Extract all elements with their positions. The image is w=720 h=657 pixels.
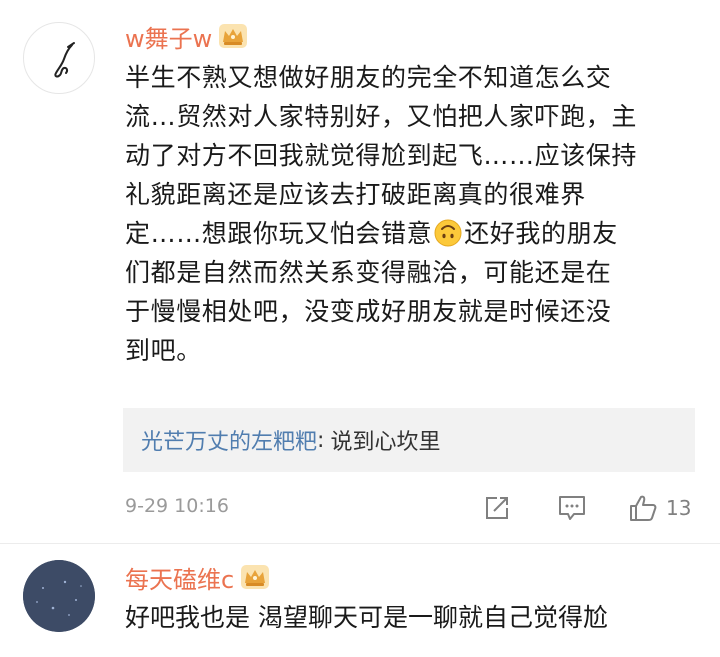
avatar[interactable] bbox=[23, 22, 95, 94]
comment-line-part: 定……想跟你玩又怕会错意 bbox=[125, 219, 433, 248]
comment-line: 流…贸然对人家特别好，又怕把人家吓跑，主 bbox=[125, 102, 638, 131]
like-button[interactable]: 13 bbox=[628, 490, 691, 526]
timestamp: 9-29 10:16 bbox=[125, 495, 229, 517]
starry-avatar-icon bbox=[23, 560, 95, 632]
reply-preview[interactable]: 光芒万丈的左粑粑 : 说到心坎里 bbox=[123, 408, 695, 472]
comment-meta: 9-29 10:16 13 bbox=[125, 490, 695, 526]
comment-icon bbox=[559, 496, 585, 520]
comment-line: 动了对方不回我就觉得尬到起飞……应该保持 bbox=[125, 141, 638, 170]
comment-line: 于慢慢相处吧，没变成好朋友就是时候还没 bbox=[125, 297, 612, 326]
comment-username[interactable]: w舞子w bbox=[125, 19, 248, 54]
signature-avatar-icon bbox=[54, 42, 75, 78]
comment-line: 们都是自然而然关系变得融洽，可能还是在 bbox=[125, 258, 612, 287]
comment-line-part: 还好我的朋友 bbox=[464, 219, 618, 248]
comment-body: 半生不熟又想做好朋友的完全不知道怎么交 流…贸然对人家特别好，又怕把人家吓跑，主… bbox=[125, 58, 685, 370]
comment-line: 到吧。 bbox=[125, 336, 202, 365]
comment-line: 半生不熟又想做好朋友的完全不知道怎么交 bbox=[125, 63, 612, 92]
comment-line: 礼貌距离还是应该去打破距离真的很难界 bbox=[125, 180, 586, 209]
thumbs-up-icon bbox=[630, 495, 657, 521]
reply-username[interactable]: 光芒万丈的左粑粑 bbox=[141, 424, 317, 456]
upside-down-face-emoji-icon bbox=[434, 219, 462, 247]
share-icon bbox=[486, 497, 508, 519]
username-text[interactable]: w舞子w bbox=[125, 19, 212, 54]
comment-divider bbox=[0, 543, 720, 544]
crown-icon bbox=[219, 24, 248, 48]
username-text[interactable]: 每天磕维c bbox=[125, 560, 234, 595]
like-count: 13 bbox=[666, 496, 692, 520]
reply-text: 说到心坎里 bbox=[330, 430, 441, 455]
share-button[interactable] bbox=[483, 490, 511, 526]
avatar[interactable] bbox=[23, 560, 95, 632]
comment-line: 定……想跟你玩又怕会错意 还好我的朋友 bbox=[125, 214, 685, 253]
comment-body: 好吧我也是 渴望聊天可是一聊就自己觉得尬 bbox=[125, 603, 608, 632]
reply-separator: : bbox=[317, 427, 325, 453]
crown-icon bbox=[241, 565, 270, 589]
comment-button[interactable] bbox=[557, 490, 587, 526]
comment-username[interactable]: 每天磕维c bbox=[125, 560, 270, 595]
